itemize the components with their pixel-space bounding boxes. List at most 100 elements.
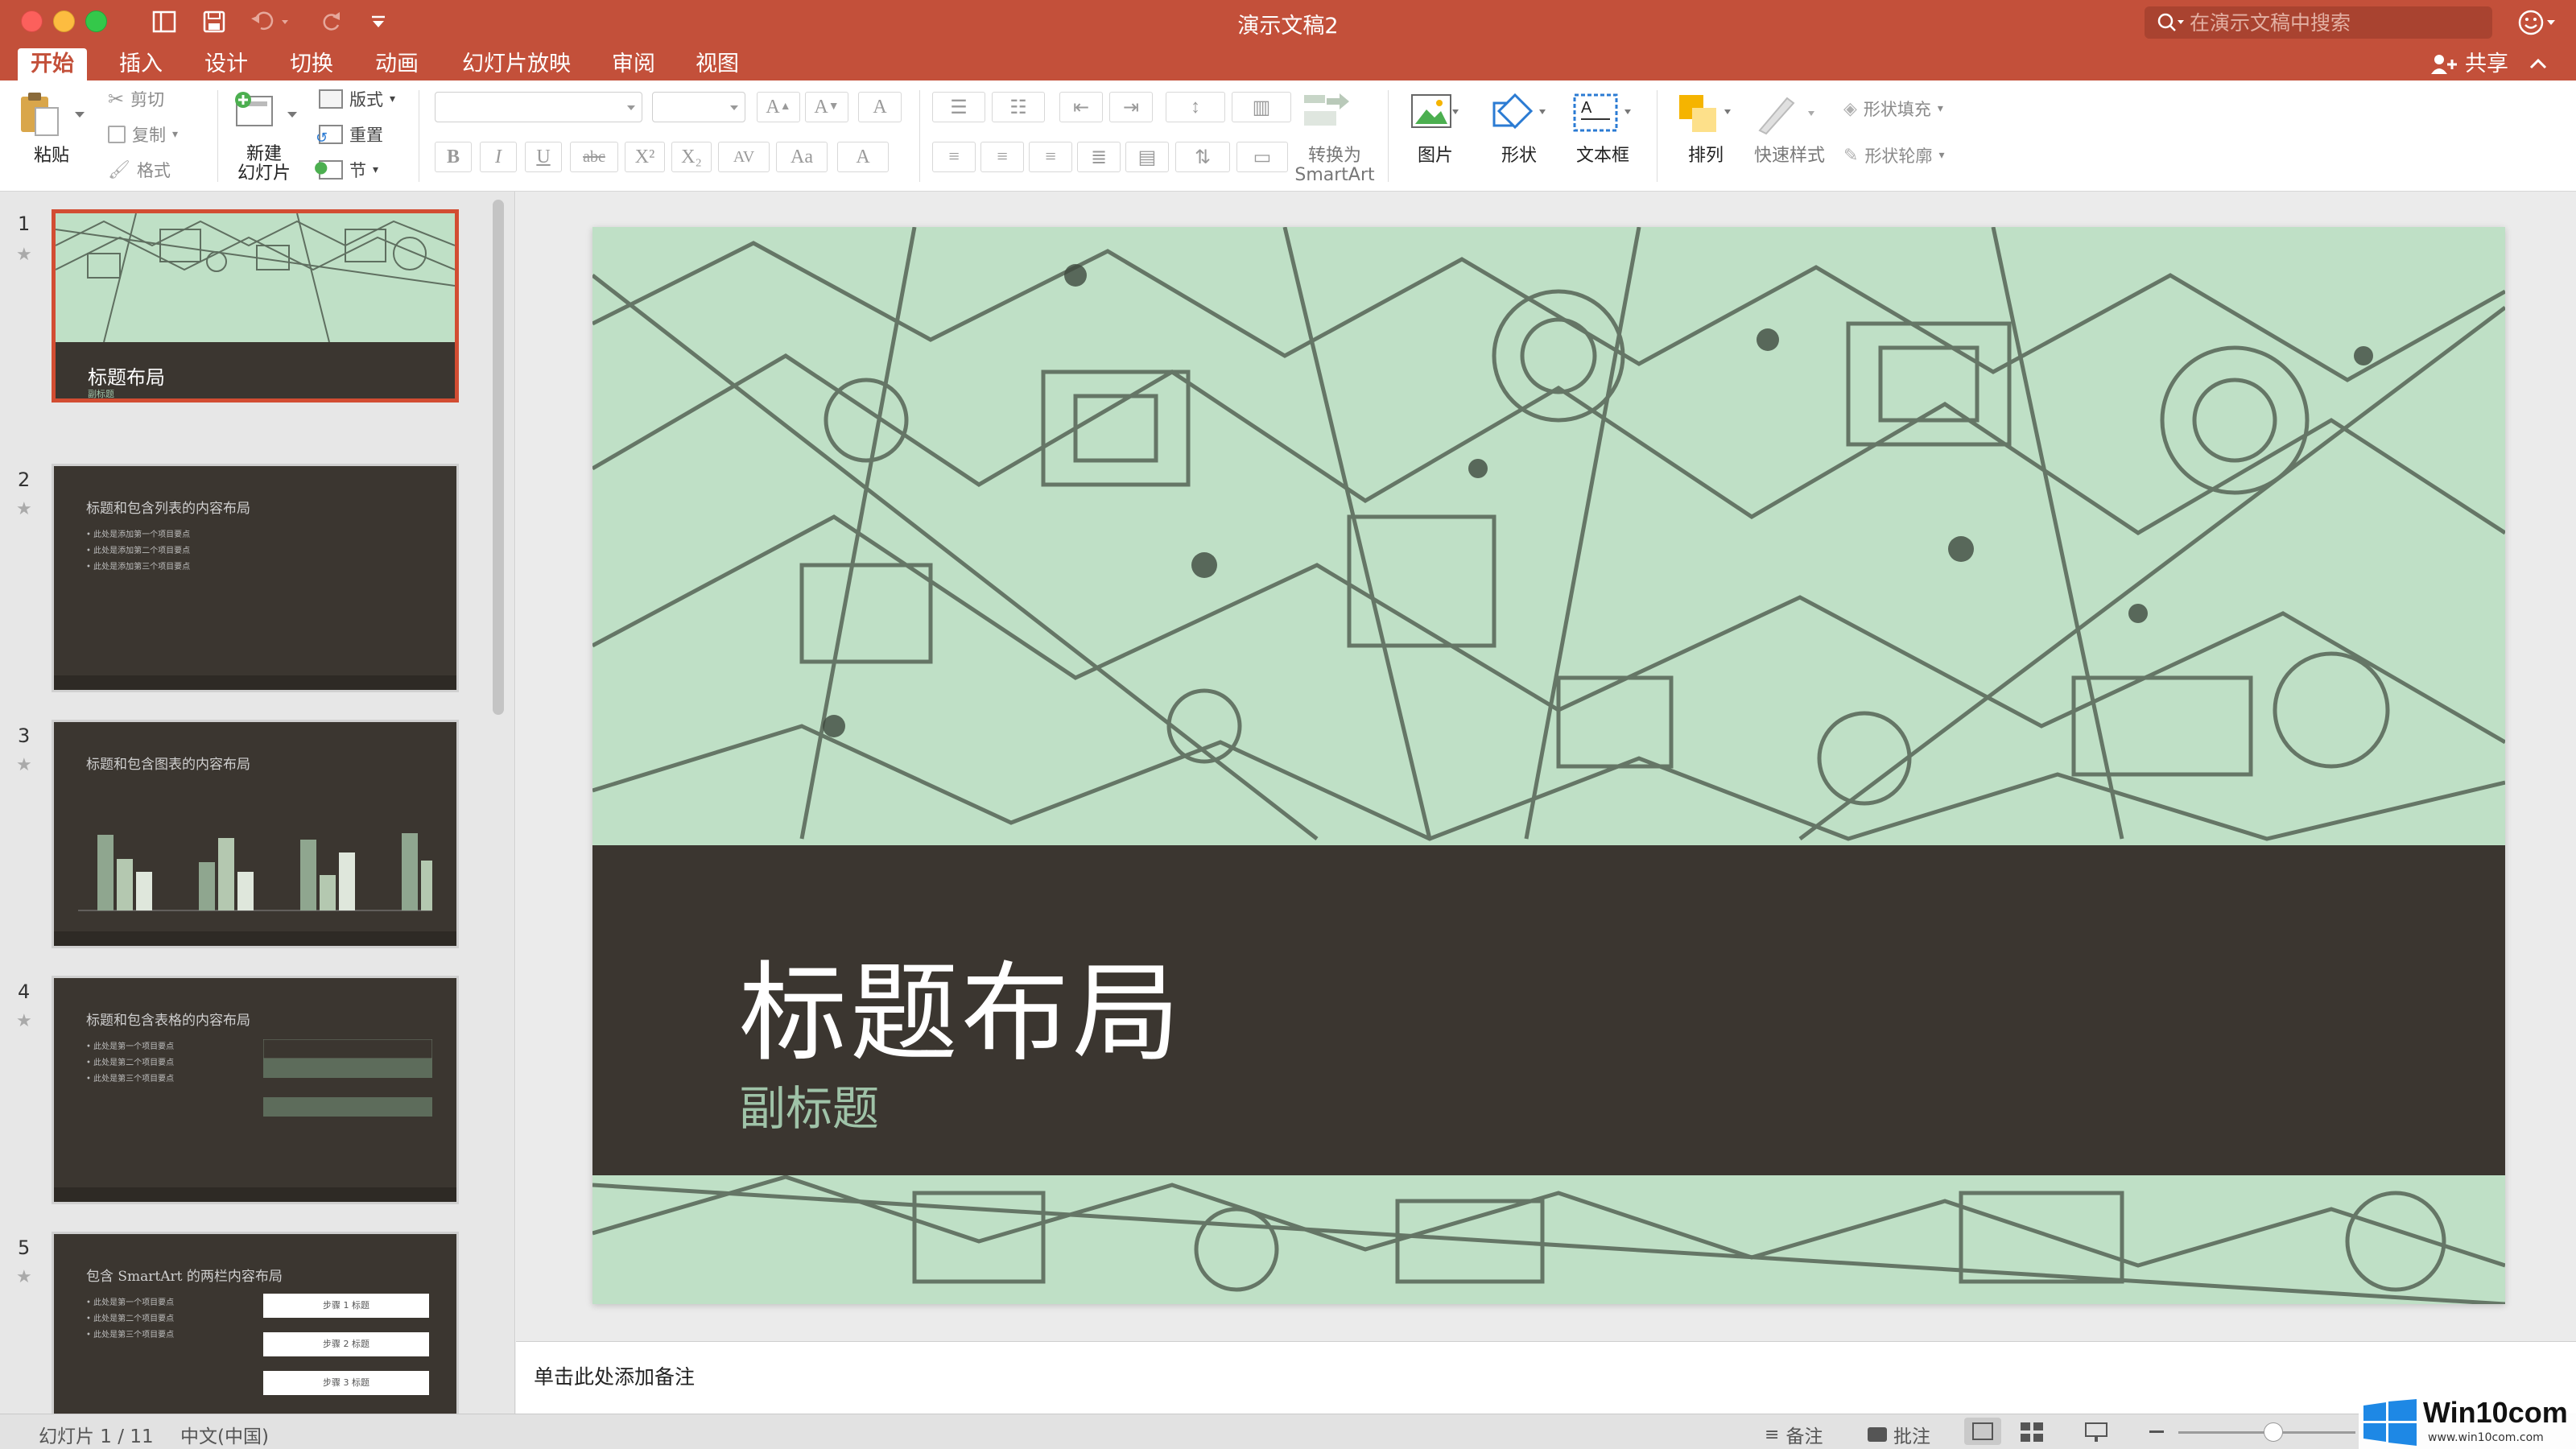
zoom-out-icon[interactable] xyxy=(2149,1430,2164,1433)
slide-title[interactable]: 标题布局 xyxy=(739,926,1183,1082)
superscript-button[interactable]: X² xyxy=(625,142,665,172)
reset-button[interactable]: ↺ 重置 xyxy=(316,122,383,147)
thumbnail-bar-chart xyxy=(78,833,432,911)
thumbnail-title: 标题布局 xyxy=(88,366,165,389)
thumbnail-subtitle: 副标题 xyxy=(88,389,114,399)
distributed-button[interactable]: ▤ xyxy=(1125,142,1169,172)
align-right-button[interactable]: ≡ xyxy=(1029,142,1072,172)
slide-thumbnail-2[interactable]: 标题和包含列表的内容布局 • 此处是添加第一个项目要点 • 此处是添加第二个项目… xyxy=(52,464,459,692)
watermark-brand: Win10com xyxy=(2423,1396,2568,1429)
bullets-button[interactable]: ☰ xyxy=(932,92,985,122)
undo-icon[interactable] xyxy=(246,6,295,37)
notes-toggle-button[interactable]: ≡ 备注 xyxy=(1765,1421,1823,1448)
copy-button[interactable]: 复制 ▾ xyxy=(108,122,178,147)
notes-pane[interactable]: 单击此处添加备注 xyxy=(516,1341,2576,1414)
layout-button[interactable]: 版式 ▾ xyxy=(319,87,395,111)
slide-number: 3 xyxy=(18,724,31,747)
format-painter-button[interactable]: 🖌 格式 xyxy=(108,158,171,182)
italic-button[interactable]: I xyxy=(480,142,517,172)
tab-review[interactable]: 审阅 xyxy=(599,48,668,80)
section-button[interactable]: ● 节 ▾ xyxy=(314,157,379,182)
font-name-select[interactable] xyxy=(435,92,642,122)
subscript-button[interactable]: X₂ xyxy=(671,142,712,172)
slide-thumbnail-5[interactable]: 包含 SmartArt 的两栏内容布局 • 此处是第一个项目要点 • 此处是第二… xyxy=(52,1232,459,1414)
slide-sorter-icon[interactable] xyxy=(2019,1421,2046,1443)
shape-fill-button[interactable]: ◈ 形状填充 ▾ xyxy=(1843,97,1943,121)
columns-button[interactable]: ▥ xyxy=(1232,92,1291,122)
reading-view-icon[interactable] xyxy=(2083,1421,2111,1443)
search-box[interactable] xyxy=(2145,6,2492,39)
watermark-url: www.win10com.com xyxy=(2428,1431,2544,1444)
tab-transitions[interactable]: 切换 xyxy=(277,48,346,80)
separator xyxy=(919,90,920,182)
justify-button[interactable]: ≣ xyxy=(1077,142,1121,172)
text-direction-button[interactable]: ⇅ xyxy=(1175,142,1230,172)
redo-icon[interactable] xyxy=(316,6,348,37)
character-spacing-button[interactable]: AV xyxy=(718,142,770,172)
share-label: 共享 xyxy=(2465,52,2508,76)
font-color-button[interactable]: A xyxy=(837,142,889,172)
align-left-button[interactable]: ≡ xyxy=(932,142,976,172)
decrease-font-size-button[interactable]: A ▼ xyxy=(805,92,848,122)
shape-label: 形状 xyxy=(1501,146,1537,166)
numbering-button[interactable]: ☷ xyxy=(992,92,1045,122)
slide-thumbnail-3[interactable]: 标题和包含图表的内容布局 xyxy=(52,720,459,948)
section-dropdown-icon: ▾ xyxy=(373,163,379,176)
tab-insert[interactable]: 插入 xyxy=(106,48,175,80)
tab-design[interactable]: 设计 xyxy=(192,48,261,80)
slide-thumbnail-1[interactable]: 标题布局 副标题 xyxy=(52,209,459,402)
slide-subtitle[interactable]: 副标题 xyxy=(739,1071,879,1138)
thumbnail-bullet: • 此处是第一个项目要点 xyxy=(86,1042,175,1051)
slide-thumbnail-4[interactable]: 标题和包含表格的内容布局 • 此处是第一个项目要点 • 此处是第二个项目要点 •… xyxy=(52,976,459,1204)
pen-icon: ✎ xyxy=(1843,145,1859,166)
strikethrough-button[interactable]: abc xyxy=(570,142,618,172)
align-center-button[interactable]: ≡ xyxy=(980,142,1024,172)
tab-home[interactable]: 开始 xyxy=(18,48,87,80)
search-input[interactable] xyxy=(2190,10,2487,35)
watermark: Win10com www.win10com.com xyxy=(2359,1391,2576,1449)
thumbnail-footer-band xyxy=(54,675,456,690)
tab-slideshow[interactable]: 幻灯片放映 xyxy=(449,48,584,80)
comments-toggle-button[interactable]: 批注 xyxy=(1868,1421,1930,1448)
align-text-button[interactable]: ▭ xyxy=(1236,142,1288,172)
share-button[interactable]: 共享 xyxy=(2431,48,2508,80)
close-window-button[interactable] xyxy=(21,10,43,32)
bold-button[interactable]: B xyxy=(435,142,472,172)
reset-icon: ↺ xyxy=(316,125,343,147)
layout-dropdown-icon: ▾ xyxy=(390,93,396,105)
zoom-window-button[interactable] xyxy=(85,10,107,32)
collapse-ribbon-icon[interactable] xyxy=(2526,52,2550,76)
font-size-select[interactable] xyxy=(652,92,745,122)
underline-button[interactable]: U xyxy=(525,142,562,172)
tab-animations[interactable]: 动画 xyxy=(362,48,431,80)
line-spacing-button[interactable]: ↕ xyxy=(1166,92,1225,122)
new-slide-dropdown-icon xyxy=(287,112,297,118)
clear-formatting-icon[interactable]: A xyxy=(858,92,902,122)
paste-dropdown-icon xyxy=(75,112,85,118)
current-slide[interactable]: 标题布局 副标题 xyxy=(592,227,2505,1304)
status-bar: 幻灯片 1 / 11 中文(中国) ≡ 备注 批注 xyxy=(0,1414,2576,1449)
city-pattern-thumbnail-bottom xyxy=(56,400,455,402)
zoom-slider-handle[interactable] xyxy=(2264,1422,2283,1442)
cut-button[interactable]: ✂ 剪切 xyxy=(108,87,164,111)
increase-font-size-button[interactable]: A ▲ xyxy=(757,92,800,122)
comment-icon xyxy=(1868,1427,1887,1442)
title-band: 标题布局 副标题 xyxy=(592,845,2505,1175)
customize-toolbar-icon[interactable] xyxy=(364,6,393,37)
feedback-smiley-icon[interactable] xyxy=(2516,8,2558,37)
copy-dropdown-icon: ▾ xyxy=(172,128,179,141)
thumbnail-title: 标题和包含列表的内容布局 xyxy=(86,501,250,517)
minimize-window-button[interactable] xyxy=(53,10,75,32)
shape-icon xyxy=(1492,93,1546,130)
pane-scrollbar[interactable] xyxy=(493,200,504,715)
language-indicator[interactable]: 中文(中国) xyxy=(180,1421,269,1448)
save-icon[interactable] xyxy=(198,6,230,37)
increase-indent-button[interactable]: ⇥ xyxy=(1109,92,1153,122)
thumbnail-bullet: • 此处是第三个项目要点 xyxy=(86,1075,175,1084)
sidebar-toggle-icon[interactable] xyxy=(148,6,180,37)
decrease-indent-button[interactable]: ⇤ xyxy=(1059,92,1103,122)
normal-view-icon[interactable] xyxy=(1964,1418,2001,1445)
change-case-button[interactable]: Aa xyxy=(776,142,828,172)
shape-outline-button[interactable]: ✎ 形状轮廓 ▾ xyxy=(1843,143,1944,167)
tab-view[interactable]: 视图 xyxy=(683,48,752,80)
